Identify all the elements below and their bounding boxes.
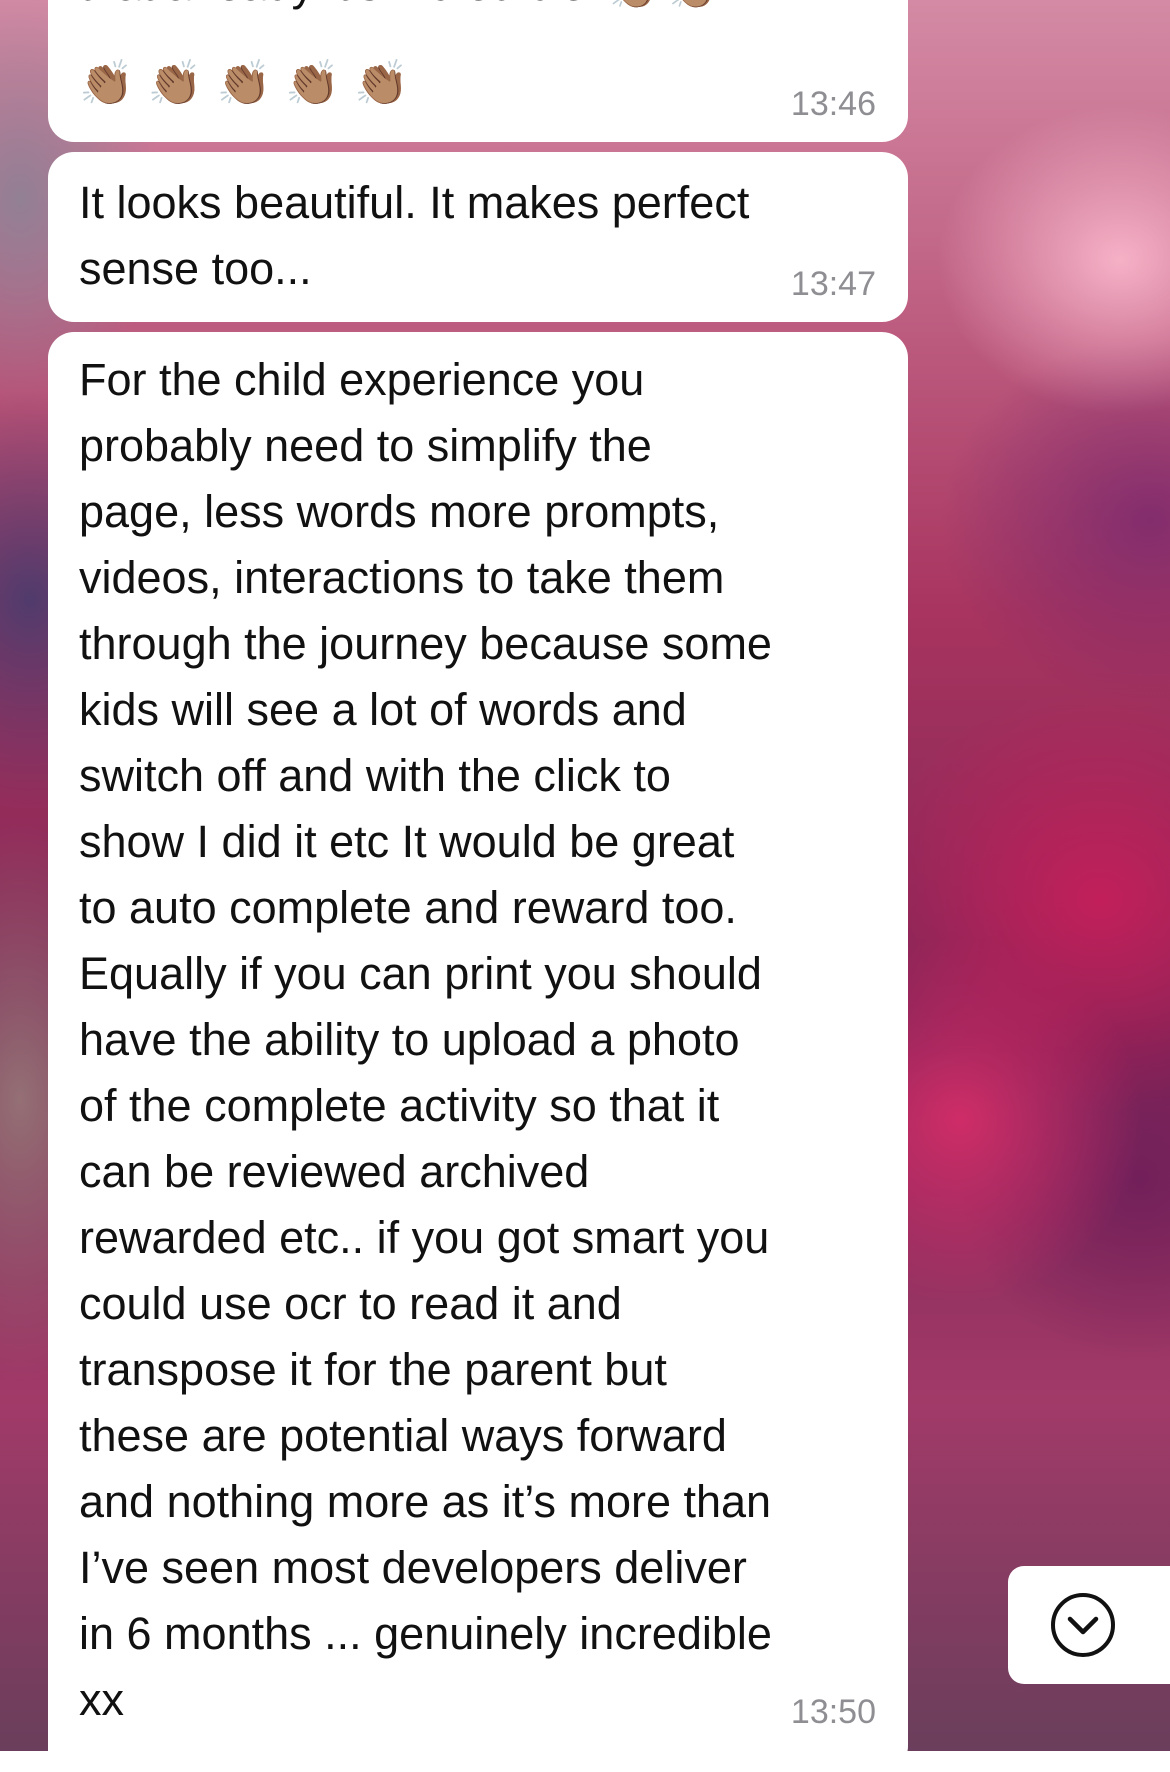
- message-timestamp: 13:46: [790, 85, 876, 123]
- message-text: It looks beautiful. It makes perfect sen…: [79, 177, 750, 294]
- scroll-to-bottom-button[interactable]: [1008, 1566, 1170, 1684]
- message-text: that already it’s incredible: [79, 0, 586, 10]
- message-text: For the child experience you probably ne…: [79, 354, 772, 1725]
- clapping-hands-emoji-row: 👏🏽👏🏽👏🏽👏🏽👏🏽: [79, 48, 427, 114]
- chevron-down-circle-icon: [1051, 1593, 1115, 1657]
- message-bubble[interactable]: For the child experience you probably ne…: [48, 332, 908, 1772]
- clapping-hands-emoji: 👏🏽👏🏽: [608, 0, 728, 9]
- message-bubble[interactable]: It looks beautiful. It makes perfect sen…: [48, 152, 908, 322]
- message-timestamp: 13:50: [790, 1693, 876, 1731]
- message-text-line: that already it’s incredible 👏🏽👏🏽: [79, 0, 732, 18]
- message-bubble[interactable]: that already it’s incredible 👏🏽👏🏽 👏🏽👏🏽👏🏽…: [48, 0, 908, 142]
- clapping-hands-emoji: 👏🏽👏🏽👏🏽👏🏽👏🏽: [79, 59, 423, 108]
- message-timestamp: 13:47: [790, 265, 876, 303]
